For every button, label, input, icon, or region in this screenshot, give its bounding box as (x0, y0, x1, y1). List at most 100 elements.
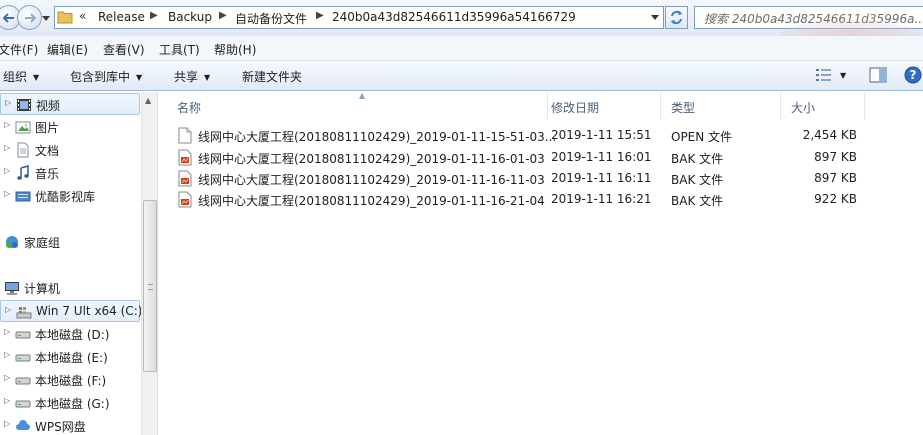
breadcrumb-separator-icon[interactable]: ▶ (316, 10, 324, 21)
file-list: 名称 ▲ 修改日期 类型 大小 线网中心大厦工程(20180811102429)… (160, 91, 923, 435)
recent-pages-dropdown-icon[interactable] (42, 14, 50, 22)
breadcrumb-release[interactable]: Release (98, 10, 145, 24)
pictures-library-icon (15, 121, 31, 134)
expand-arrow-icon[interactable]: ▷ (4, 120, 10, 129)
sidebar-item-videos[interactable]: ▷ 视频 (0, 93, 140, 115)
bak-file-icon (178, 191, 192, 208)
sidebar-item-documents[interactable]: ▷ 文档 (0, 139, 140, 161)
organize-button[interactable]: 组织 ▼ (3, 68, 39, 85)
expand-arrow-icon[interactable]: ▷ (4, 166, 10, 175)
file-modified: 2019-1-11 16:11 (551, 171, 652, 185)
address-bar[interactable]: « Release ▶ Backup ▶ 自动备份文件 ▶ 240b0a43d8… (54, 6, 664, 29)
system-drive-icon (16, 307, 32, 319)
menu-bar: 文件(F) 编辑(E) 查看(V) 工具(T) 帮助(H) (0, 36, 923, 61)
expand-arrow-icon[interactable]: ▷ (5, 98, 11, 107)
address-overflow-chevron[interactable]: « (79, 9, 86, 23)
file-row[interactable]: 线网中心大厦工程(20180811102429)_2019-01-11-16-0… (172, 147, 872, 168)
hard-drive-icon (15, 377, 31, 385)
expand-arrow-icon[interactable]: ▷ (4, 189, 10, 198)
computer-icon (5, 282, 19, 295)
breadcrumb-separator-icon[interactable]: ▶ (219, 10, 227, 21)
menu-view[interactable]: 查看(V) (103, 41, 145, 58)
expand-arrow-icon[interactable]: ▷ (4, 143, 10, 152)
file-type: BAK 文件 (671, 194, 724, 208)
sidebar-item-homegroup[interactable]: 家庭组 (0, 231, 140, 253)
share-label: 共享 (174, 70, 199, 84)
refresh-button[interactable] (665, 6, 688, 29)
menu-edit[interactable]: 编辑(E) (47, 41, 88, 58)
include-in-library-label: 包含到库中 (70, 70, 131, 84)
hard-drive-icon (15, 331, 31, 339)
include-in-library-button[interactable]: 包含到库中 ▼ (70, 68, 142, 85)
sidebar-item-label: 本地磁盘 (G:) (35, 397, 110, 411)
scrollbar-thumb[interactable] (143, 200, 157, 372)
sidebar-item-music[interactable]: ▷ 音乐 (0, 162, 140, 184)
file-name: 线网中心大厦工程(20180811102429)_2019-01-11-15-5… (198, 130, 557, 144)
help-icon[interactable]: ? (904, 66, 922, 84)
homegroup-icon (6, 236, 18, 248)
sidebar-item-label: 视频 (36, 99, 61, 113)
file-name: 线网中心大厦工程(20180811102429)_2019-01-11-16-0… (198, 152, 545, 166)
sidebar-item-label: 本地磁盘 (F:) (35, 374, 107, 388)
column-header-size[interactable]: 大小 (781, 92, 865, 120)
sidebar-item-label: 优酷影视库 (35, 190, 96, 204)
expand-arrow-icon[interactable]: ▷ (4, 373, 10, 382)
sidebar-item-computer[interactable]: 计算机 (0, 277, 140, 299)
column-header-name[interactable]: 名称 ▲ (167, 91, 548, 120)
view-options-icon[interactable] (815, 67, 833, 83)
sidebar-scrollbar[interactable]: ▲ (141, 92, 157, 435)
hard-drive-icon (15, 354, 31, 362)
sidebar-item-label: 本地磁盘 (D:) (35, 328, 110, 342)
expand-arrow-icon[interactable]: ▷ (4, 419, 10, 428)
scroll-up-arrow-icon[interactable]: ▲ (145, 96, 151, 105)
expand-arrow-icon[interactable]: ▷ (4, 327, 10, 336)
address-row: « Release ▶ Backup ▶ 自动备份文件 ▶ 240b0a43d8… (0, 0, 923, 50)
file-row[interactable]: 线网中心大厦工程(20180811102429)_2019-01-11-16-1… (172, 168, 872, 189)
column-header-type[interactable]: 类型 (661, 92, 781, 120)
sidebar-item-drive-c[interactable]: ▷ Win 7 Ult x64 (C:) (0, 300, 142, 322)
file-type: BAK 文件 (671, 173, 724, 187)
sort-ascending-icon: ▲ (359, 91, 366, 100)
youku-library-icon (15, 191, 31, 202)
sidebar-item-drive-g[interactable]: ▷ 本地磁盘 (G:) (0, 392, 140, 414)
music-library-icon (17, 165, 29, 180)
sidebar-item-drive-f[interactable]: ▷ 本地磁盘 (F:) (0, 369, 140, 391)
forward-button[interactable] (17, 5, 42, 30)
preview-pane-icon[interactable] (869, 67, 887, 83)
expand-arrow-icon[interactable]: ▷ (4, 350, 10, 359)
file-modified: 2019-1-11 15:51 (551, 128, 652, 142)
chevron-down-icon: ▼ (33, 73, 40, 82)
breadcrumb-current-folder[interactable]: 240b0a43d82546611d35996a54166729 (332, 10, 576, 24)
sidebar-item-wps-cloud[interactable]: ▷ WPS网盘 (0, 415, 140, 435)
sidebar-item-pictures[interactable]: ▷ 图片 (0, 116, 140, 138)
sidebar-item-label: 音乐 (35, 167, 60, 181)
address-dropdown-icon[interactable] (650, 11, 660, 23)
navigation-pane: ▷ 视频 ▷ 图片 ▷ 文档 ▷ 音乐 ▷ 优酷影视库 家庭组 计算机 ▷ Wi… (0, 92, 158, 435)
menu-help[interactable]: 帮助(H) (214, 41, 256, 58)
file-row[interactable]: 线网中心大厦工程(20180811102429)_2019-01-11-15-5… (172, 125, 872, 146)
new-folder-button[interactable]: 新建文件夹 (242, 68, 302, 85)
expand-arrow-icon[interactable]: ▷ (4, 396, 10, 405)
svg-text:?: ? (910, 68, 917, 82)
file-size: 2,454 KB (802, 128, 857, 142)
file-modified: 2019-1-11 16:21 (551, 192, 652, 206)
expand-arrow-icon[interactable]: ▷ (5, 305, 11, 314)
breadcrumb-backup[interactable]: Backup (168, 10, 212, 24)
sidebar-item-label: 本地磁盘 (E:) (35, 351, 108, 365)
breadcrumb-separator-icon[interactable]: ▶ (150, 10, 158, 21)
file-row[interactable]: 线网中心大厦工程(20180811102429)_2019-01-11-16-2… (172, 189, 872, 210)
view-dropdown-icon[interactable]: ▼ (840, 71, 846, 80)
breadcrumb-auto-backup[interactable]: 自动备份文件 (235, 10, 307, 27)
column-header-modified[interactable]: 修改日期 (541, 92, 661, 120)
hard-drive-icon (15, 400, 31, 408)
sidebar-item-label: 图片 (35, 121, 60, 135)
file-type: BAK 文件 (671, 152, 724, 166)
sidebar-item-drive-e[interactable]: ▷ 本地磁盘 (E:) (0, 346, 140, 368)
menu-file[interactable]: 文件(F) (0, 41, 38, 58)
sidebar-item-drive-d[interactable]: ▷ 本地磁盘 (D:) (0, 323, 140, 345)
file-modified: 2019-1-11 16:01 (551, 150, 652, 164)
sidebar-item-youku-library[interactable]: ▷ 优酷影视库 (0, 185, 140, 207)
share-button[interactable]: 共享 ▼ (174, 68, 210, 85)
menu-tools[interactable]: 工具(T) (159, 41, 200, 58)
column-header-label: 修改日期 (551, 101, 600, 115)
